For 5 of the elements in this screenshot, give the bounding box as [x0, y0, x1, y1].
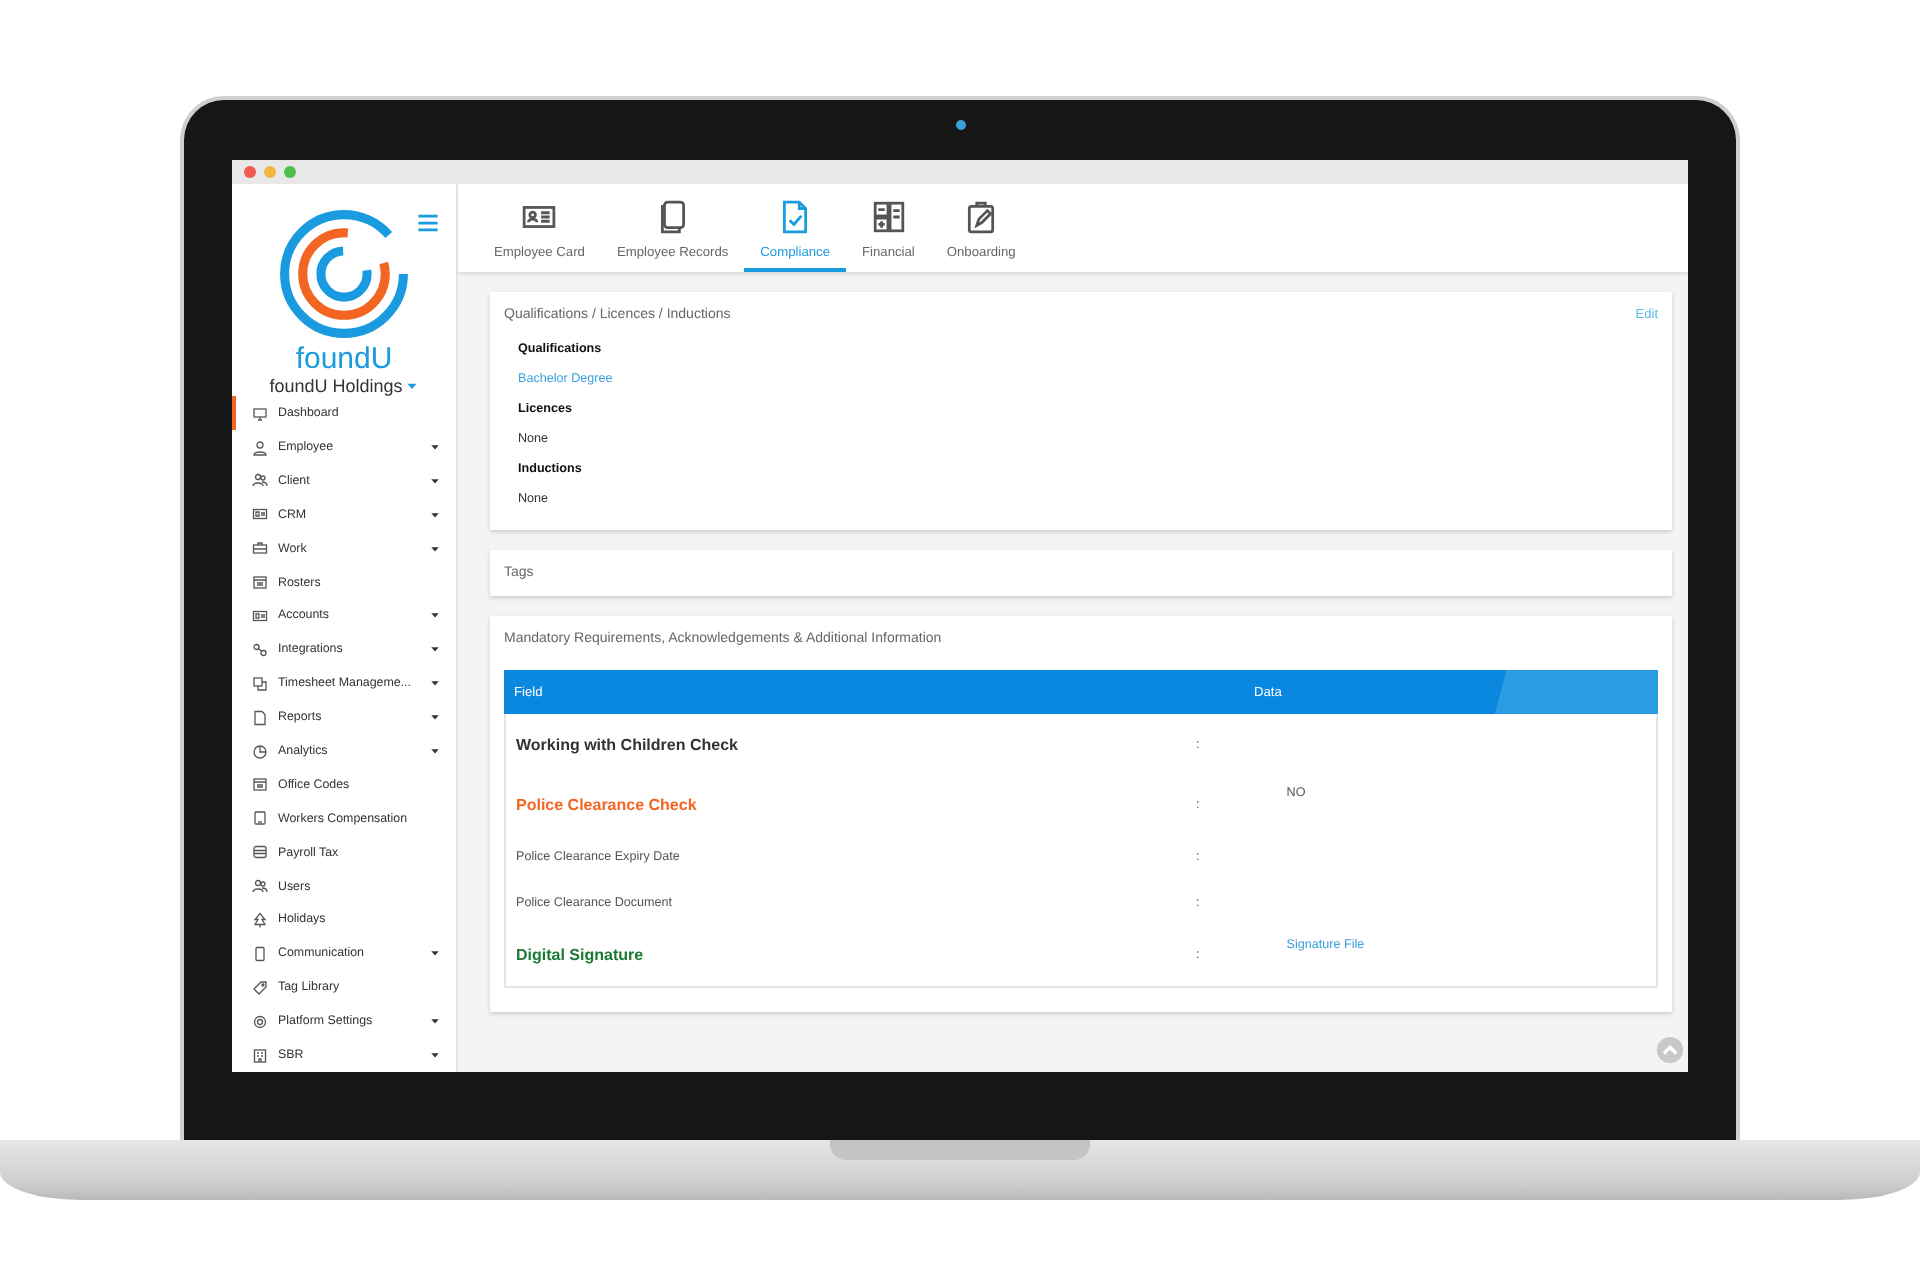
field-cell: Police Clearance Check: [505, 774, 1186, 834]
company-name[interactable]: foundU Holdings: [269, 376, 403, 396]
field-cell: Working with Children Check: [505, 714, 1186, 774]
field-cell: Digital Signature: [505, 926, 1186, 986]
logo-text: foundU: [295, 344, 393, 376]
